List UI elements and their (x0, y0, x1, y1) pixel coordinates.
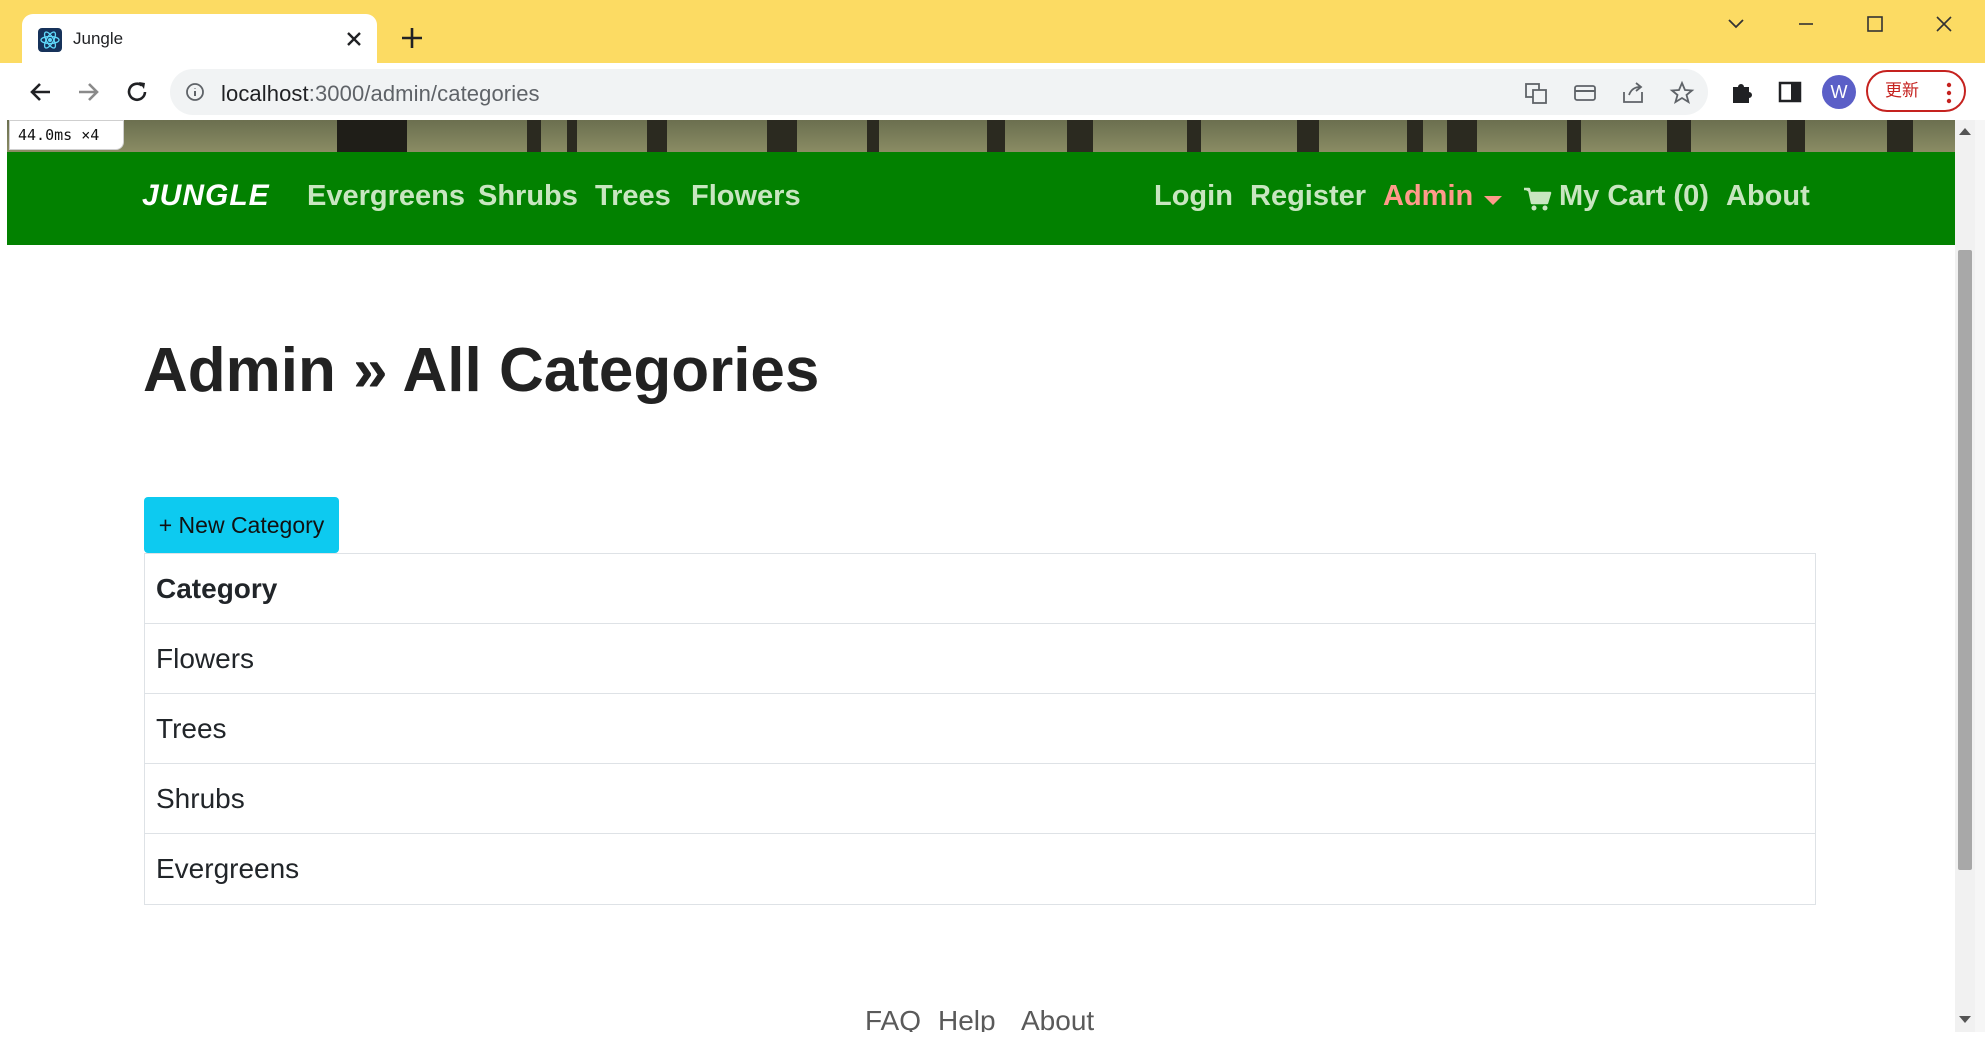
brand-logo[interactable]: JUNGLE (142, 179, 270, 213)
address-bar[interactable]: localhost:3000/admin/categories (170, 69, 1708, 115)
tab-search-icon[interactable] (1714, 10, 1758, 38)
forest-banner (7, 120, 1955, 152)
update-button[interactable]: 更新 (1866, 70, 1966, 112)
nav-admin-dropdown[interactable]: Admin (1383, 180, 1473, 213)
scroll-up-arrow-icon[interactable] (1959, 128, 1971, 135)
react-favicon-icon (38, 28, 62, 52)
translate-icon[interactable] (1523, 80, 1549, 106)
categories-table: Category Flowers Trees Shrubs Evergreens (144, 553, 1816, 905)
nav-evergreens[interactable]: Evergreens (307, 180, 465, 213)
footer-help-link[interactable]: Help (938, 1005, 996, 1032)
table-row: Shrubs (145, 764, 1815, 834)
scroll-down-arrow-icon[interactable] (1959, 1016, 1971, 1023)
maximize-icon[interactable] (1852, 10, 1896, 38)
close-tab-icon[interactable] (341, 26, 367, 52)
browser-titlebar: Jungle (0, 0, 1985, 64)
page-viewport: JUNGLE Evergreens Shrubs Trees Flowers L… (7, 120, 1955, 1032)
page-title: Admin » All Categories (143, 336, 820, 405)
nav-login[interactable]: Login (1154, 180, 1233, 213)
side-panel-icon[interactable] (1775, 77, 1805, 107)
share-icon[interactable] (1620, 80, 1646, 106)
page-scrollbar[interactable] (1955, 120, 1975, 1032)
performance-badge: 44.0ms ×4 (9, 120, 124, 150)
caret-down-icon (1484, 196, 1502, 205)
table-row: Flowers (145, 624, 1815, 694)
nav-cart[interactable]: My Cart (0) (1559, 180, 1709, 213)
new-category-button[interactable]: + New Category (144, 497, 339, 553)
nav-about[interactable]: About (1726, 180, 1810, 213)
forward-icon[interactable] (71, 75, 105, 109)
window-edge (1975, 120, 1985, 1032)
new-tab-icon[interactable] (398, 24, 426, 52)
browser-tab[interactable]: Jungle (22, 14, 377, 64)
close-window-icon[interactable] (1921, 10, 1965, 38)
browser-toolbar: localhost:3000/admin/categories W 更新 (0, 63, 1985, 120)
scroll-thumb[interactable] (1958, 250, 1972, 870)
card-icon[interactable] (1572, 80, 1598, 106)
minimize-icon[interactable] (1784, 10, 1828, 38)
nav-flowers[interactable]: Flowers (691, 180, 801, 213)
url-host: localhost (221, 81, 309, 106)
footer-faq-link[interactable]: FAQ (865, 1005, 921, 1032)
url-path: :3000/admin/categories (308, 81, 540, 106)
tab-title: Jungle (73, 29, 124, 48)
table-header: Category (145, 554, 1815, 624)
back-icon[interactable] (24, 75, 58, 109)
site-navbar: JUNGLE Evergreens Shrubs Trees Flowers L… (7, 152, 1955, 245)
profile-avatar[interactable]: W (1822, 75, 1856, 109)
menu-dots-icon (1946, 80, 1952, 104)
site-info-icon[interactable] (185, 82, 205, 102)
reload-icon[interactable] (120, 75, 154, 109)
url-text[interactable]: localhost:3000/admin/categories (221, 81, 540, 107)
nav-shrubs[interactable]: Shrubs (478, 180, 578, 213)
extensions-puzzle-icon[interactable] (1727, 77, 1757, 107)
table-row: Evergreens (156, 853, 300, 884)
update-label: 更新 (1885, 81, 1919, 100)
shopping-cart-icon (1523, 186, 1553, 212)
bookmark-star-icon[interactable] (1669, 80, 1695, 106)
table-row: Trees (145, 694, 1815, 764)
footer-about-link[interactable]: About (1021, 1005, 1094, 1032)
nav-register[interactable]: Register (1250, 180, 1366, 213)
nav-trees[interactable]: Trees (595, 180, 671, 213)
